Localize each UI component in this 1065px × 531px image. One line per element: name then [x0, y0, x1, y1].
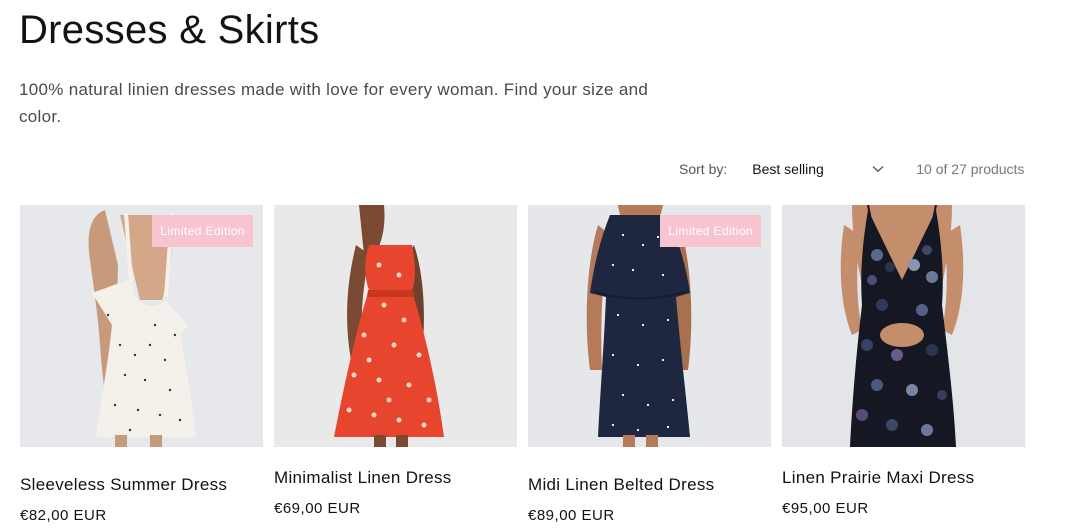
chevron-down-icon — [872, 166, 884, 173]
product-price: €95,00 EUR — [782, 500, 869, 517]
product-price: €82,00 EUR — [20, 507, 107, 524]
collection-toolbar: Sort by: Best selling 10 of 27 products — [679, 161, 1024, 177]
sort-label: Sort by: — [679, 161, 728, 177]
sort-select[interactable]: Best selling — [752, 161, 884, 177]
product-badge: Limited Edition — [152, 215, 253, 247]
product-title[interactable]: Sleeveless Summer Dress — [20, 475, 263, 495]
product-price: €69,00 EUR — [274, 500, 361, 517]
product-badge: Limited Edition — [660, 215, 761, 247]
product-card[interactable]: Minimalist Linen Dress €69,00 EUR — [274, 205, 517, 517]
product-image[interactable] — [782, 205, 1025, 447]
product-image[interactable] — [274, 205, 517, 447]
product-price: €89,00 EUR — [528, 507, 615, 524]
dress-photo — [274, 205, 517, 447]
product-title[interactable]: Midi Linen Belted Dress — [528, 475, 771, 495]
product-card[interactable]: Limited Edition Midi Linen Belted Dress … — [528, 205, 771, 524]
collection-description: 100% natural linien dresses made with lo… — [19, 80, 649, 126]
product-card[interactable]: Linen Prairie Maxi Dress €95,00 EUR — [782, 205, 1025, 517]
sort-value: Best selling — [752, 161, 824, 177]
product-title[interactable]: Minimalist Linen Dress — [274, 468, 517, 488]
dress-photo — [782, 205, 1025, 447]
product-count: 10 of 27 products — [916, 161, 1025, 177]
product-image[interactable]: Limited Edition — [20, 205, 263, 447]
product-image[interactable]: Limited Edition — [528, 205, 771, 447]
product-card[interactable]: Limited Edition Sleeveless Summer Dress … — [20, 205, 263, 524]
product-title[interactable]: Linen Prairie Maxi Dress — [782, 468, 1025, 488]
collection-title: Dresses & Skirts — [19, 8, 320, 52]
